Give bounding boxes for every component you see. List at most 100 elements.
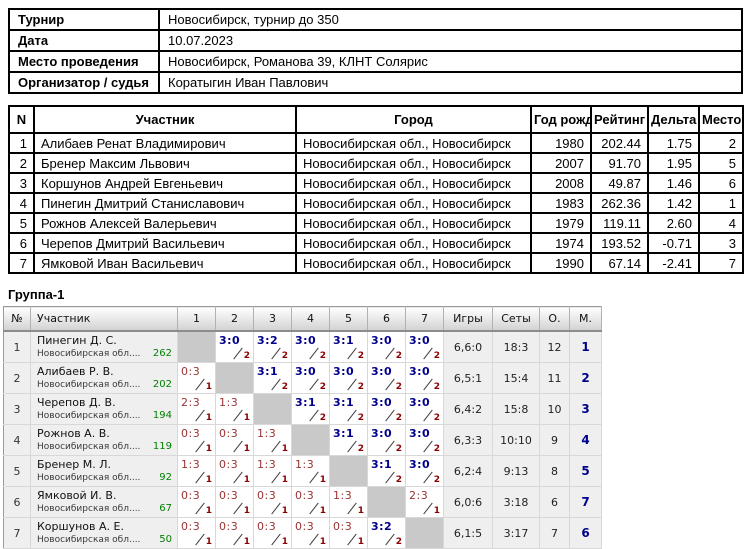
player-name: Пинегин Д. С.: [37, 334, 117, 347]
match-points: 2: [357, 382, 364, 392]
match-points: 2: [243, 351, 250, 361]
match-points: 2: [395, 351, 402, 361]
player-cell: Пинегин Д. С. Новосибирская обл.... 262: [30, 331, 178, 363]
match-points: 2: [433, 351, 440, 361]
diagonal-slash: [271, 502, 281, 515]
match-score: 1:3: [295, 458, 315, 471]
match-points: 2: [281, 382, 288, 392]
match-points: 1: [357, 537, 364, 547]
diagonal-slash: [195, 409, 205, 422]
match-cell: 3:0 2: [367, 393, 406, 425]
match-points: 2: [357, 413, 364, 423]
match-score: 0:3: [257, 489, 277, 502]
match-cell: 3:0 2: [329, 362, 368, 394]
player-number: 6: [3, 486, 31, 518]
match-cell: [215, 362, 254, 394]
match-score: 3:0: [409, 458, 431, 471]
participant-row: 7 Ямковой Иван Васильевич Новосибирская …: [8, 252, 744, 274]
info-value: Новосибирск, турнир до 350: [158, 8, 743, 31]
player-region: Новосибирская обл....: [37, 411, 141, 421]
match-points: 1: [205, 506, 212, 516]
info-value: Новосибирск, Романова 39, КЛНТ Солярис: [158, 50, 743, 73]
match-points: 1: [433, 506, 440, 516]
group-header-round-2: 2: [215, 306, 254, 332]
participant-number: 1: [8, 132, 35, 154]
games-cell: 6,5:1: [443, 362, 493, 394]
participant-name: Ямковой Иван Васильевич: [33, 252, 297, 274]
column-header-delta: Дельта: [647, 105, 700, 134]
match-score: 3:2: [257, 334, 279, 347]
diagonal-slash: [423, 440, 433, 453]
match-cell: 2:3 1: [177, 393, 216, 425]
match-points: 1: [319, 475, 326, 485]
participant-city: Новосибирская обл., Новосибирск: [295, 132, 532, 154]
match-cell: 3:0 2: [405, 331, 444, 363]
match-cell: [253, 393, 292, 425]
match-score: 3:1: [257, 365, 279, 378]
match-points: 2: [433, 382, 440, 392]
diagonal-slash: [309, 502, 319, 515]
participant-place: 1: [698, 192, 744, 214]
participants-header-row: N Участник Город Год рожд. Рейтинг Дельт…: [8, 105, 744, 134]
match-cell: 0:3 1: [177, 486, 216, 518]
player-cell: Бренер М. Л. Новосибирская обл.... 92: [30, 455, 178, 487]
participant-birth-year: 1980: [530, 132, 592, 154]
match-points: 2: [395, 475, 402, 485]
match-score: 3:0: [371, 334, 393, 347]
participant-name: Черепов Дмитрий Васильевич: [33, 232, 297, 254]
player-subline: Новосибирская обл.... 92: [31, 472, 177, 486]
diagonal-slash: [271, 347, 281, 360]
participant-place: 7: [698, 252, 744, 274]
diagonal-slash: [309, 347, 319, 360]
participant-number: 5: [8, 212, 35, 234]
group-row: 5 Бренер М. Л. Новосибирская обл.... 92 …: [3, 455, 602, 487]
participant-number: 6: [8, 232, 35, 254]
match-points: 2: [433, 444, 440, 454]
match-cell: 1:3 1: [329, 486, 368, 518]
group-header-sets: Сеты: [492, 306, 540, 332]
player-rating: 67: [159, 503, 172, 514]
info-value: 10.07.2023: [158, 29, 743, 52]
points-cell: 9: [539, 424, 570, 456]
match-score: 3:0: [295, 365, 317, 378]
participant-name: Бренер Максим Львович: [33, 152, 297, 174]
match-cell: 1:3 1: [253, 424, 292, 456]
column-header-participant: Участник: [33, 105, 297, 134]
diagonal-slash: [195, 440, 205, 453]
participant-row: 2 Бренер Максим Львович Новосибирская об…: [8, 152, 744, 174]
match-points: 2: [357, 351, 364, 361]
participant-birth-year: 2007: [530, 152, 592, 174]
group-title: Группа-1: [8, 287, 65, 302]
points-cell: 8: [539, 455, 570, 487]
group-results-table: № Участник 1 2 3 4 5 6 7 Игры Сеты О. М.…: [3, 306, 602, 549]
player-rating: 92: [159, 472, 172, 483]
match-cell: 0:3 1: [215, 455, 254, 487]
diagonal-slash: [423, 502, 433, 515]
match-points: 1: [205, 382, 212, 392]
participant-birth-year: 1979: [530, 212, 592, 234]
participant-row: 6 Черепов Дмитрий Васильевич Новосибирск…: [8, 232, 744, 254]
participant-delta: -2.41: [647, 252, 700, 274]
player-name: Ямковой И. В.: [37, 489, 117, 502]
games-cell: 6,2:4: [443, 455, 493, 487]
match-score: 3:0: [409, 427, 431, 440]
participant-place: 6: [698, 172, 744, 194]
place-cell: 5: [569, 455, 602, 487]
match-score: 0:3: [219, 520, 239, 533]
sets-cell: 3:18: [492, 486, 540, 518]
match-score: 3:2: [371, 520, 393, 533]
match-points: 2: [433, 413, 440, 423]
diagonal-slash: [347, 347, 357, 360]
participant-city: Новосибирская обл., Новосибирск: [295, 192, 532, 214]
participant-rating: 119.11: [590, 212, 649, 234]
points-cell: 6: [539, 486, 570, 518]
points-cell: 11: [539, 362, 570, 394]
match-points: 2: [319, 382, 326, 392]
diagonal-slash: [233, 440, 243, 453]
participant-number: 2: [8, 152, 35, 174]
diagonal-slash: [347, 409, 357, 422]
match-cell: 0:3 1: [215, 424, 254, 456]
match-cell: 0:3 1: [177, 362, 216, 394]
place-cell: 3: [569, 393, 602, 425]
diagonal-slash: [385, 440, 395, 453]
